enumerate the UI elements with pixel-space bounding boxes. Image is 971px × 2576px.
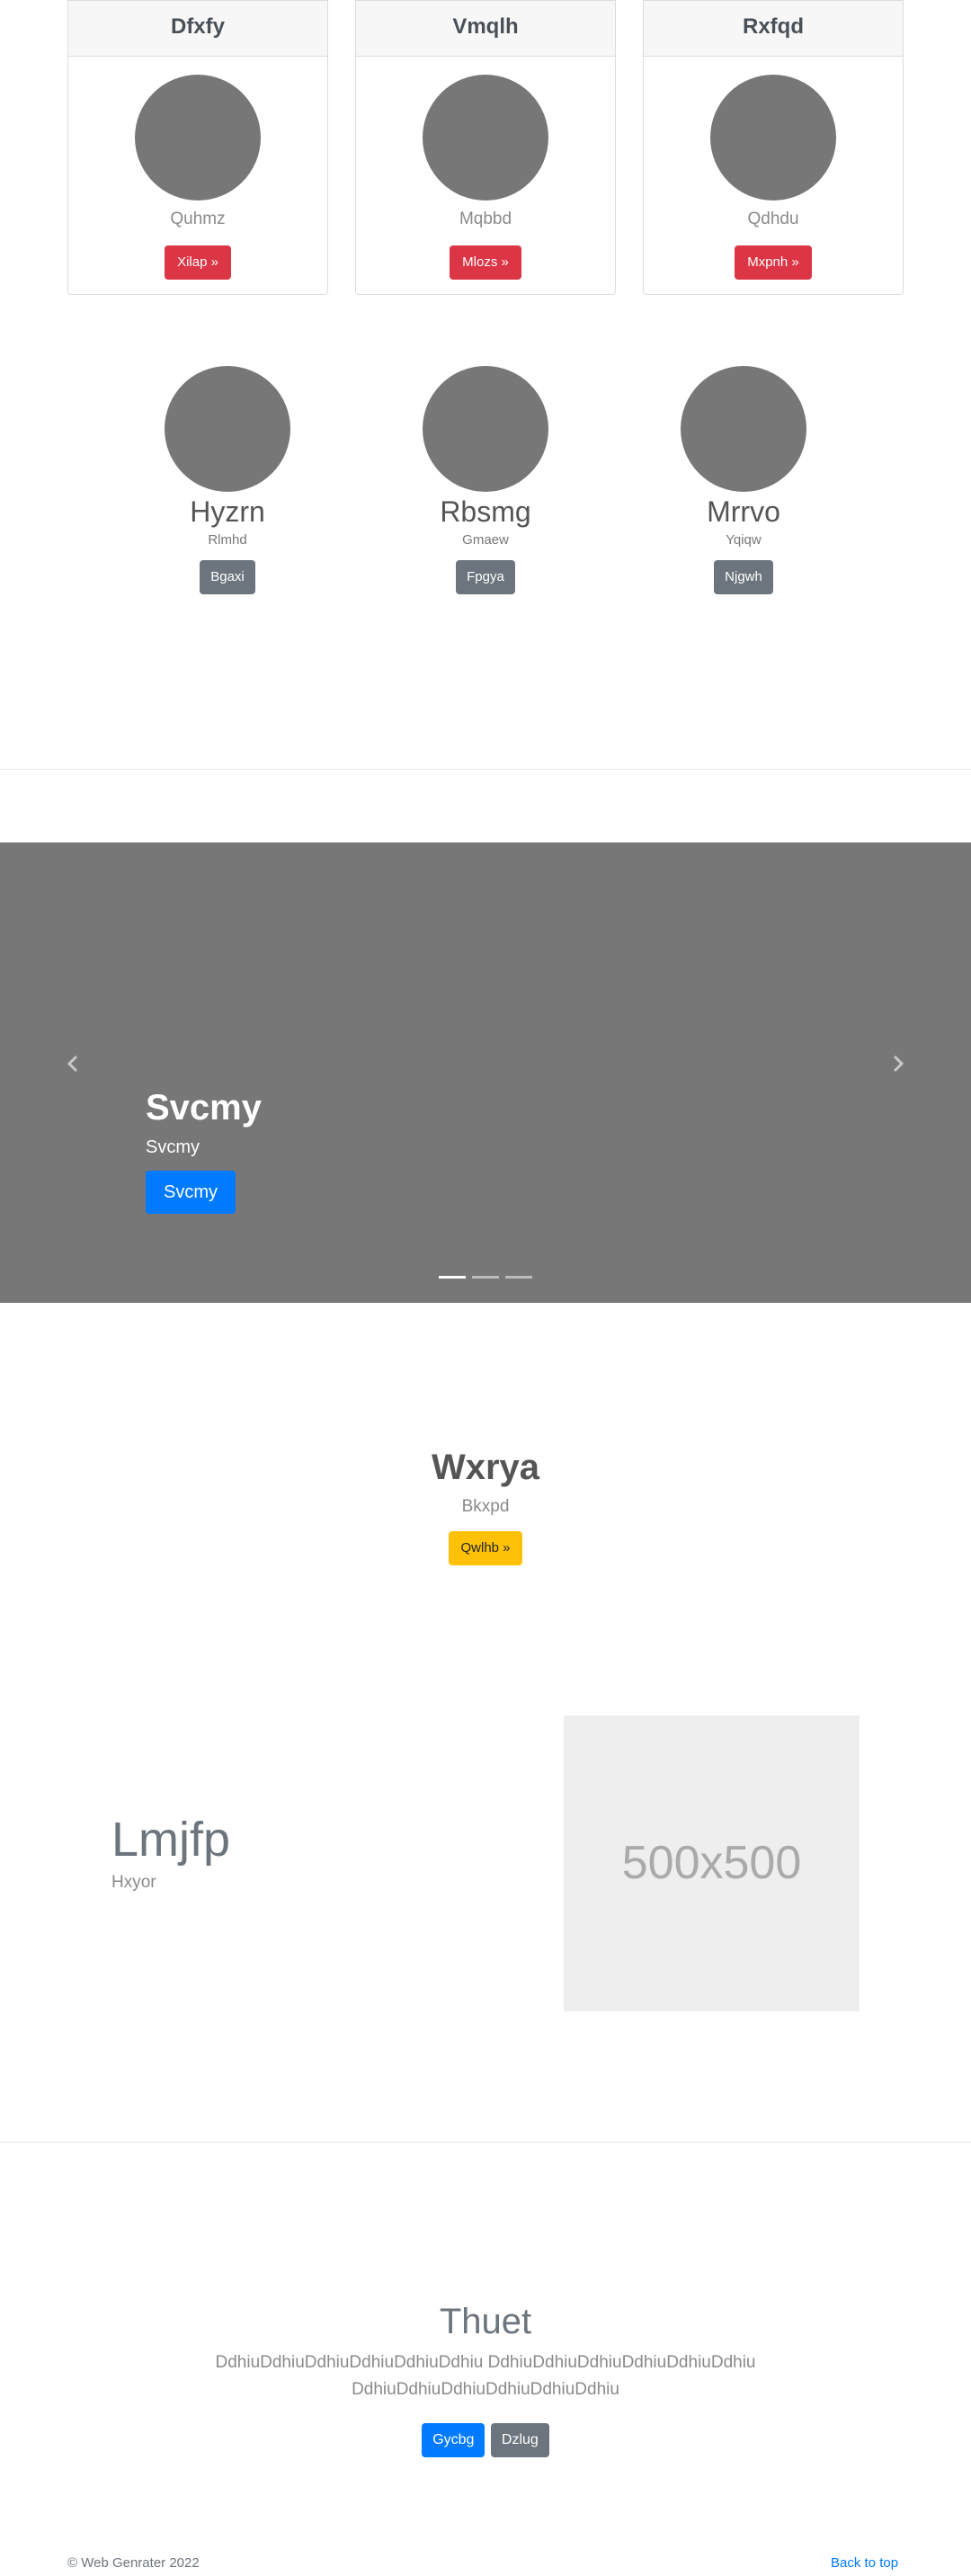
callout-subtitle: Bkxpd xyxy=(461,1497,510,1516)
profile-name: Mrrvo xyxy=(707,495,780,528)
profile-subtitle: Yqiqw xyxy=(726,532,762,548)
profile-button[interactable]: Fpgya xyxy=(456,560,515,594)
carousel: Svcmy Svcmy Svcmy xyxy=(0,842,971,1303)
card-image xyxy=(423,75,548,201)
profile-subtitle: Gmaew xyxy=(462,532,509,548)
carousel-button[interactable]: Svcmy xyxy=(146,1171,236,1214)
callout-title: Wxrya xyxy=(431,1448,540,1487)
avatar xyxy=(681,366,806,492)
jumbotron-primary-button[interactable]: Gycbg xyxy=(422,2423,486,2457)
profile-name: Hyzrn xyxy=(190,495,265,528)
carousel-title: Svcmy xyxy=(146,1088,262,1128)
carousel-prev-button[interactable] xyxy=(65,1055,83,1073)
profile-subtitle: Rlmhd xyxy=(208,532,247,548)
card-subtitle: Quhmz xyxy=(170,209,226,228)
card-title: Vmqlh xyxy=(356,1,615,57)
profile-name: Rbsmg xyxy=(440,495,531,528)
feature-image-placeholder: 500x500 xyxy=(564,1716,860,2011)
carousel-indicator[interactable] xyxy=(439,1276,466,1279)
callout-button[interactable]: Qwlhb » xyxy=(449,1531,522,1565)
jumbotron-text: DdhiuDdhiuDdhiuDdhiuDdhiuDdhiu DdhiuDdhi… xyxy=(215,2353,756,2399)
card-title: Rxfqd xyxy=(644,1,903,57)
carousel-indicator[interactable] xyxy=(505,1276,532,1279)
card-row: Dfxfy Quhmz Xilap » Vmqlh Mqbbd Mlozs » … xyxy=(67,0,904,295)
card-image xyxy=(135,75,261,201)
card: Dfxfy Quhmz Xilap » xyxy=(67,0,328,295)
chevron-left-icon xyxy=(67,1055,78,1073)
footer-copyright: © Web Genrater 2022 xyxy=(67,2555,200,2571)
card-subtitle: Mqbbd xyxy=(459,209,512,228)
card: Vmqlh Mqbbd Mlozs » xyxy=(355,0,616,295)
divider xyxy=(0,2142,971,2143)
profile-button[interactable]: Njgwh xyxy=(714,560,773,594)
carousel-indicators xyxy=(439,1276,532,1279)
feature-subtitle: Hxyor xyxy=(111,1873,156,1892)
card: Rxfqd Qdhdu Mxpnh » xyxy=(643,0,904,295)
avatar xyxy=(423,366,548,492)
jumbotron-title: Thuet xyxy=(439,2302,532,2341)
card-button[interactable]: Xilap » xyxy=(165,245,231,280)
back-to-top-link[interactable]: Back to top xyxy=(831,2555,898,2571)
profile: Rbsmg Gmaew Fpgya xyxy=(396,366,575,594)
jumbotron: Thuet DdhiuDdhiuDdhiuDdhiuDdhiuDdhiu Ddh… xyxy=(0,2302,971,2457)
jumbotron-buttons: Gycbg Dzlug xyxy=(0,2423,971,2457)
carousel-text: Svcmy xyxy=(146,1137,200,1157)
carousel-next-button[interactable] xyxy=(888,1055,906,1073)
card-button[interactable]: Mxpnh » xyxy=(735,245,812,280)
callout-section: Wxrya Bkxpd Qwlhb » xyxy=(0,1448,971,1565)
avatar xyxy=(165,366,290,492)
jumbotron-secondary-button[interactable]: Dzlug xyxy=(490,2423,549,2457)
profile: Hyzrn Rlmhd Bgaxi xyxy=(138,366,317,594)
profile-button[interactable]: Bgaxi xyxy=(200,560,255,594)
divider xyxy=(0,769,971,770)
feature-title: Lmjfp xyxy=(111,1813,231,1867)
card-subtitle: Qdhdu xyxy=(747,209,799,228)
card-button[interactable]: Mlozs » xyxy=(450,245,521,280)
feature-text: Lmjfp Hxyor xyxy=(111,1812,230,1893)
profile: Mrrvo Yqiqw Njgwh xyxy=(654,366,833,594)
card-title: Dfxfy xyxy=(68,1,327,57)
carousel-caption: Svcmy Svcmy Svcmy xyxy=(146,1088,262,1214)
card-image xyxy=(710,75,836,201)
chevron-right-icon xyxy=(893,1055,904,1073)
carousel-indicator[interactable] xyxy=(472,1276,499,1279)
